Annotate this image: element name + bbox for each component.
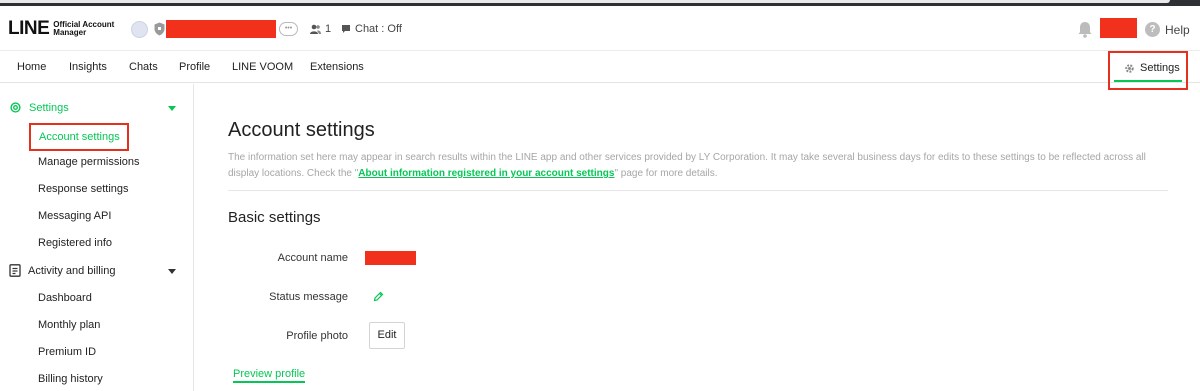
status-message-label: Status message xyxy=(269,291,348,303)
page-description: The information set here may appear in s… xyxy=(228,150,1168,182)
sidebar-section-settings[interactable]: Settings xyxy=(9,101,69,114)
sidebar: Settings Account settings Manage permiss… xyxy=(0,84,194,391)
document-icon xyxy=(9,264,21,277)
account-name-value-redacted xyxy=(365,251,416,265)
shield-icon xyxy=(154,22,165,36)
chat-status-text: Chat : Off xyxy=(355,23,402,35)
account-name-redacted xyxy=(166,20,276,38)
profile-photo-label: Profile photo xyxy=(286,330,348,342)
sidebar-item-account-settings[interactable]: Account settings xyxy=(29,123,129,151)
help-icon: ? xyxy=(1145,22,1160,37)
line-oa-logo[interactable]: LINE Official Account Manager xyxy=(8,19,133,38)
app-header: LINE Official Account Manager ••• 1 Chat… xyxy=(0,6,1200,50)
description-text-end: " page for more details. xyxy=(614,168,718,179)
divider xyxy=(228,190,1168,191)
sidebar-item-manage-permissions[interactable]: Manage permissions xyxy=(38,156,140,168)
sidebar-item-monthly-plan[interactable]: Monthly plan xyxy=(38,319,100,331)
help-label: Help xyxy=(1165,22,1190,37)
help-link[interactable]: ? Help xyxy=(1145,22,1190,37)
sidebar-section-label: Activity and billing xyxy=(28,264,116,277)
sidebar-item-dashboard[interactable]: Dashboard xyxy=(38,292,92,304)
sidebar-item-messaging-api[interactable]: Messaging API xyxy=(38,210,111,222)
chat-status[interactable]: Chat : Off xyxy=(341,23,402,35)
nav-chats[interactable]: Chats xyxy=(129,61,158,73)
nav-profile[interactable]: Profile xyxy=(179,61,210,73)
sidebar-item-billing-history[interactable]: Billing history xyxy=(38,373,103,385)
friend-count-value: 1 xyxy=(325,23,332,35)
sidebar-section-label: Settings xyxy=(29,101,69,114)
section-title: Basic settings xyxy=(228,209,321,226)
bell-icon[interactable] xyxy=(1077,21,1093,38)
gear-icon xyxy=(1125,63,1134,73)
nav-home[interactable]: Home xyxy=(17,61,46,73)
nav-line-voom[interactable]: LINE VOOM xyxy=(232,61,293,73)
nav-insights[interactable]: Insights xyxy=(69,61,107,73)
nav-settings-label: Settings xyxy=(1140,62,1180,74)
sidebar-section-activity-billing[interactable]: Activity and billing xyxy=(9,264,115,277)
user-menu-redacted[interactable] xyxy=(1100,18,1137,38)
chevron-down-icon[interactable] xyxy=(168,106,176,111)
page-title: Account settings xyxy=(228,119,375,141)
sidebar-item-premium-id[interactable]: Premium ID xyxy=(38,346,96,358)
chevron-down-icon[interactable] xyxy=(168,269,176,274)
sidebar-item-registered-info[interactable]: Registered info xyxy=(38,237,112,249)
account-info-link[interactable]: About information registered in your acc… xyxy=(358,168,614,179)
chat-icon xyxy=(342,25,350,33)
edit-profile-photo-button[interactable]: Edit xyxy=(369,322,405,349)
logo-wordmark: LINE xyxy=(8,18,50,39)
sidebar-item-response-settings[interactable]: Response settings xyxy=(38,183,129,195)
gear-icon xyxy=(10,102,21,113)
account-name-label: Account name xyxy=(277,252,348,264)
account-type-badge: ••• xyxy=(279,22,298,36)
nav-settings[interactable]: Settings xyxy=(1108,51,1188,90)
nav-extensions[interactable]: Extensions xyxy=(310,61,364,73)
logo-subtitle: Official Account Manager xyxy=(53,19,115,37)
pencil-icon[interactable] xyxy=(373,291,384,302)
preview-profile-link[interactable]: Preview profile xyxy=(233,368,306,383)
friends-icon xyxy=(310,24,321,34)
active-tab-underline xyxy=(1114,80,1182,82)
account-avatar[interactable] xyxy=(131,21,148,38)
main-nav: Home Insights Chats Profile LINE VOOM Ex… xyxy=(0,50,1200,90)
friend-count[interactable]: 1 xyxy=(310,23,331,35)
